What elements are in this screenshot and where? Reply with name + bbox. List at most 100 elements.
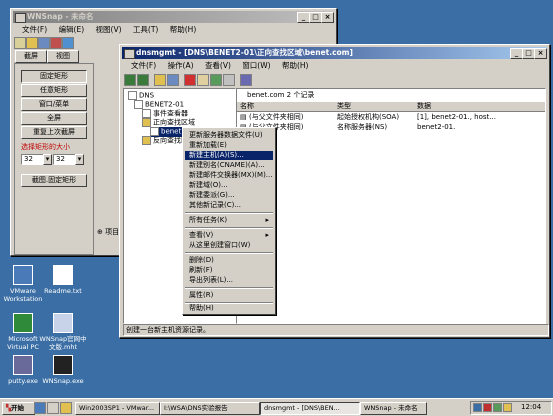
menu-item-help[interactable]: 帮助(H): [185, 304, 273, 313]
menu-item-view[interactable]: 查看(V) ▸: [185, 231, 273, 240]
dns-menu-window[interactable]: 窗口(W): [242, 61, 270, 70]
col-data[interactable]: 数据: [417, 102, 431, 111]
menu-separator: [185, 287, 273, 289]
window-icon[interactable]: [62, 37, 74, 49]
free-rect-button[interactable]: 任意矩形: [21, 84, 87, 97]
menu-item-new-host[interactable]: 新建主机(A)(S)...: [185, 151, 273, 160]
text-file-icon: [53, 265, 73, 285]
ie-icon[interactable]: [34, 402, 46, 414]
desktop-icon-readme[interactable]: Readme.txt: [33, 265, 93, 295]
export-icon[interactable]: [223, 74, 235, 86]
system-tray: 12:04: [470, 401, 552, 415]
desktop-icon-wnsnap-exe[interactable]: WNSnap.exe: [33, 355, 93, 385]
vmware-icon: [13, 265, 33, 285]
capture-icon[interactable]: [50, 37, 62, 49]
menu-item-refresh[interactable]: 刷新(F): [185, 266, 273, 275]
menu-item-reload[interactable]: 重新加载(E): [185, 141, 273, 150]
task-vmware[interactable]: Win2003SP1 - VMwar...: [75, 402, 160, 415]
height-input[interactable]: 32: [53, 154, 77, 165]
tab-capture[interactable]: 截屏: [15, 50, 47, 63]
tray-app-icon[interactable]: [483, 403, 492, 412]
menu-file[interactable]: 文件(F): [22, 25, 47, 34]
col-type[interactable]: 类型: [337, 102, 351, 111]
fixed-rect-button[interactable]: 固定矩形: [21, 70, 87, 83]
snap-close-button[interactable]: ×: [321, 12, 334, 23]
side-label: ⊕ 项目: [97, 228, 120, 236]
new-icon[interactable]: [14, 37, 26, 49]
menu-item-other-records[interactable]: 其他新记录(C)...: [185, 201, 273, 210]
tray-app-icon[interactable]: [493, 403, 502, 412]
clock[interactable]: 12:04: [521, 402, 541, 413]
explorer-icon[interactable]: [60, 402, 72, 414]
window-menu-button[interactable]: 窗口/菜单: [21, 98, 87, 111]
task-report-folder[interactable]: I:\WSA\DNS实验报告: [160, 402, 260, 415]
menu-edit[interactable]: 编辑(E): [59, 25, 85, 34]
height-stepper[interactable]: ▾: [75, 154, 84, 165]
delete-icon[interactable]: [184, 74, 196, 86]
zone-icon: [150, 127, 159, 136]
menu-item-new-delegation[interactable]: 新建委派(G)...: [185, 191, 273, 200]
status-bar: 创建一台新主机资源记录。: [123, 324, 549, 336]
dns-close-button[interactable]: ×: [534, 48, 547, 59]
submenu-arrow-icon: ▸: [265, 231, 269, 239]
menu-item-all-tasks[interactable]: 所有任务(K) ▸: [185, 216, 273, 225]
repeat-last-button[interactable]: 重复上次截屏: [21, 126, 87, 139]
task-wnsnap[interactable]: WNSnap - 未命名: [360, 402, 427, 415]
volume-icon[interactable]: [503, 403, 512, 412]
folder-icon: [142, 136, 151, 145]
dns-app-icon: [124, 49, 135, 59]
menu-separator: [185, 252, 273, 254]
taskbar: ▚开始 Win2003SP1 - VMwar... I:\WSA\DNS实验报告…: [0, 398, 553, 416]
wnsnap-menubar: 文件(F) 编辑(E) 视图(V) 工具(T) 帮助(H): [13, 24, 334, 36]
back-icon[interactable]: [124, 74, 136, 86]
menu-item-new-alias[interactable]: 新建别名(CNAME)(A)...: [185, 161, 273, 170]
task-dnsmgmt[interactable]: dnsmgmt - [DNS\BEN...: [260, 402, 360, 415]
capture-panel: 固定矩形 任意矩形 窗口/菜单 全屏 重复上次截屏 选择矩形的大小 32 ▾ 3…: [14, 63, 94, 255]
dnsmgmt-titlebar[interactable]: dnsmgmt - [DNS\BENET2-01\正向查找区域\benet.co…: [122, 47, 547, 59]
menu-help[interactable]: 帮助(H): [170, 25, 197, 34]
menu-separator: [185, 212, 273, 214]
show-tree-icon[interactable]: [167, 74, 179, 86]
virtual-pc-icon: [13, 313, 33, 333]
size-label: 选择矩形的大小: [21, 143, 70, 151]
menu-tools[interactable]: 工具(T): [133, 25, 158, 34]
fullscreen-button[interactable]: 全屏: [21, 112, 87, 125]
save-icon[interactable]: [38, 37, 50, 49]
properties-icon[interactable]: [197, 74, 209, 86]
quick-launch: [34, 402, 72, 414]
up-folder-icon[interactable]: [154, 74, 166, 86]
dns-menu-action[interactable]: 操作(A): [168, 61, 194, 70]
tab-view[interactable]: 视图: [47, 50, 79, 63]
table-row[interactable]: ▤ (与父文件夹相同) 名称服务器(NS) benet2-01.: [237, 123, 545, 132]
dns-toolbar: [124, 74, 324, 86]
network-icon[interactable]: [473, 403, 482, 412]
dns-menu-file[interactable]: 文件(F): [131, 61, 156, 70]
refresh-icon[interactable]: [210, 74, 222, 86]
menu-item-export[interactable]: 导出列表(L)...: [185, 276, 273, 285]
open-icon[interactable]: [26, 37, 38, 49]
camera-icon: [53, 355, 73, 375]
menu-item-delete[interactable]: 删除(D): [185, 256, 273, 265]
capture-fixed-button[interactable]: 截图.固定矩形: [21, 174, 87, 187]
desktop-icon[interactable]: [47, 402, 59, 414]
wnsnap-titlebar[interactable]: WNSnap - 未命名: [13, 11, 334, 23]
width-stepper[interactable]: ▾: [43, 154, 52, 165]
desktop-icon-wnsnap-mht[interactable]: WNSnap官网中 文版.mht: [33, 313, 93, 351]
menu-item-new-window[interactable]: 从这里创建窗口(W): [185, 241, 273, 250]
dns-menu-help[interactable]: 帮助(H): [282, 61, 309, 70]
dns-menu-view[interactable]: 查看(V): [205, 61, 231, 70]
table-row[interactable]: ▤ (与父文件夹相同) 起始授权机构(SOA) [1], benet2-01.,…: [237, 113, 545, 122]
col-name[interactable]: 名称: [240, 102, 254, 111]
menu-view[interactable]: 视图(V): [96, 25, 122, 34]
event-viewer-icon: [142, 109, 151, 118]
app-icon: [15, 13, 26, 23]
help-icon[interactable]: [240, 74, 252, 86]
folder-icon: [142, 118, 151, 127]
menu-item-properties[interactable]: 属性(R): [185, 291, 273, 300]
start-button[interactable]: ▚开始: [2, 402, 35, 415]
forward-icon[interactable]: [137, 74, 149, 86]
menu-item-new-mx[interactable]: 新建邮件交换器(MX)(M)...: [185, 171, 273, 180]
menu-item-update-file[interactable]: 更新服务器数据文件(U): [185, 131, 273, 140]
width-input[interactable]: 32: [21, 154, 45, 165]
menu-item-new-domain[interactable]: 新建域(O)...: [185, 181, 273, 190]
